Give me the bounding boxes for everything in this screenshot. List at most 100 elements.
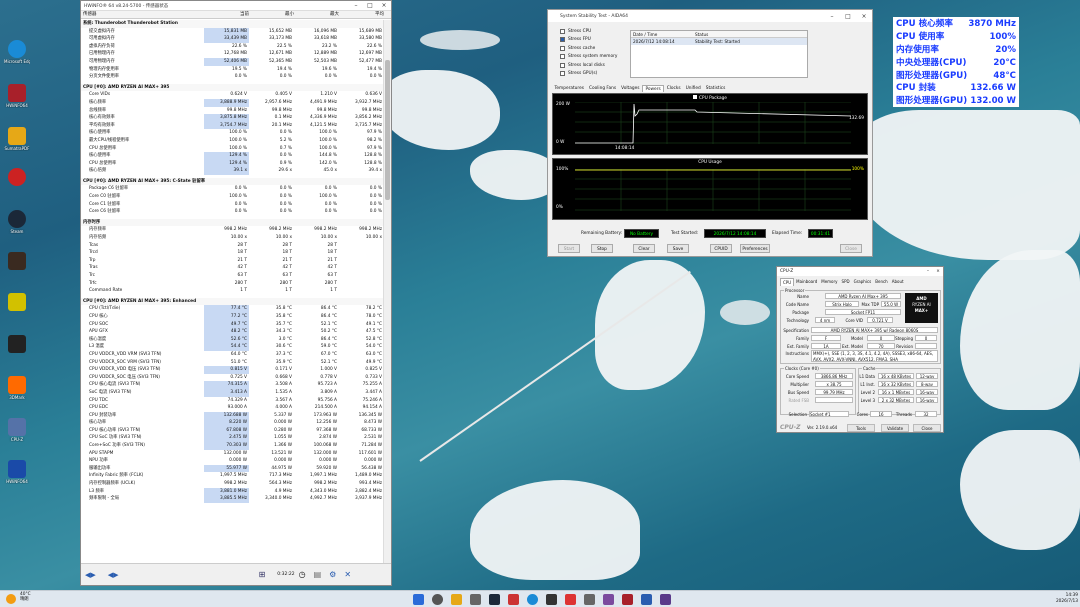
sensor-row[interactable]: 最大CPU/线程使用率 100.0 % 5.2 % 100.0 % 98.2 % [81,137,384,145]
sensor-row[interactable]: CPU 封装功率 132.688 W 5.337 W 173.963 W 136.345… [81,411,384,420]
sensor-row[interactable]: 内存频率 998.2 MHz 998.2 MHz 998.2 MHz 998.2 MHz [81,226,384,234]
report-icon[interactable]: ▤ [314,570,322,579]
checkbox[interactable] [560,37,565,43]
cpuz-taskbar-icon[interactable] [660,594,671,605]
sensor-row[interactable]: Command Rate 1 T 1 T 1 T [81,287,384,295]
sensor-row[interactable]: CPU 核心功率 (SVI3 TFN) 67.808 W 0.280 W 97.368… [81,426,384,435]
start-button[interactable]: Start [558,244,580,253]
nav-arrows-icon-2[interactable]: ◀▶ [108,571,119,579]
sensor-row[interactable]: SoC 电流 (SVI3 TFN) 3.413 A 1.535 A 3.809 A 3.… [81,388,384,397]
sensor-row[interactable]: CPU VDDCR_VDD 电压 (SVI3 TFN) 0.815 V 0.171 … [81,366,384,374]
sensor-row[interactable]: 可用物理内存 52,406 MB 52,365 MB 52,503 MB 52,477 … [81,57,384,66]
sensor-row[interactable]: APU GFX 48.2 °C 34.3 °C 50.2 °C 47.5 °C [81,328,384,336]
cpuid-button[interactable]: CPUID [710,244,732,253]
cpuz-tab[interactable]: CPU [780,278,795,286]
desktop-icon-steam[interactable]: Steam [4,210,30,234]
sensor-row[interactable]: 核心倍频 39.1 x 29.6 x 45.0 x 39.4 x [81,167,384,175]
clock[interactable]: 14:39 2026/7/13 [1050,593,1078,605]
sensor-row[interactable]: 核心有效频率 3,875.8 MHz 0.1 MHz 4,336.9 MHz 3,856… [81,114,384,122]
sensor-row[interactable]: Trc 63 T 63 T 63 T [81,272,384,280]
cpuz-titlebar[interactable]: CPU-Z – × [777,267,943,276]
sensor-row[interactable]: CPU VDDCR_SOC VRM (SVI3 TFN) 51.0 °C 35.9 … [81,359,384,367]
file-explorer-icon[interactable] [451,594,462,605]
sensor-row[interactable]: 总线频率 99.8 MHz 99.8 MHz 99.8 MHz 99.8 MHz [81,107,384,115]
graph-tab[interactable]: Cooling Fans [586,85,618,92]
close-icon[interactable]: × [856,13,872,20]
sensor-group-header[interactable]: CPU [#0]: AMD RYZEN AI MAX+ 395: C-State… [81,177,384,186]
sensor-row[interactable]: 核心功率 8.220 W 0.000 W 12.256 W 8.473 W [81,419,384,427]
sensor-row[interactable]: CPU VDDCR_SOC 电压 (SVI3 TFN) 0.725 V 0.668 … [81,374,384,382]
sensor-row[interactable]: NPU 功率 0.000 W 0.000 W 0.000 W 0.000 W [81,457,384,465]
sensor-row[interactable]: 提交虚拟内存 15,831 MB 15,652 MB 16,096 MB 15,689 … [81,27,384,36]
sensor-group-header[interactable]: CPU [#0]: AMD RYZEN AI MAX+ 395 [81,83,384,92]
sensor-row[interactable]: Trcd 18 T 18 T 18 T [81,249,384,257]
nav-arrows-icon[interactable]: ◀▶ [85,571,96,579]
desktop-icon-tombraider[interactable] [4,335,30,353]
graph-tab[interactable]: Unified [683,85,703,92]
validate-button[interactable]: Validate [881,424,909,432]
sensor-row[interactable]: Core VIDs 0.624 V 0.405 V 1.210 V 0.636 V [81,91,384,99]
sensor-row[interactable]: 核心频率 3,888.9 MHz 2,957.6 MHz 4,491.9 MHz 3,9… [81,98,384,107]
sensor-row[interactable]: CPU VDDCR_VDD VRM (SVI3 TFN) 64.0 °C 37.3 … [81,351,384,359]
preferences-button[interactable]: Preferences [740,244,770,253]
col-min[interactable]: 最小 [249,11,294,18]
sensor-row[interactable]: Tcas 28 T 28 T 28 T [81,242,384,250]
minimize-icon[interactable]: – [824,13,840,20]
desktop-icon-edge[interactable]: Microsoft Edge [4,40,30,64]
sensor-row[interactable]: 物理内存使用率 19.5 % 19.4 % 19.6 % 19.4 % [81,66,384,74]
sensor-list[interactable]: 系统: Thunderobot Thunderobot Station 提交虚拟内… [81,20,384,565]
clock-icon[interactable]: ◷ [299,570,306,579]
hwinfo-taskbar-icon[interactable] [622,594,633,605]
close-button[interactable]: Close [913,424,941,432]
sensor-row[interactable]: 内存控制器频率 (UCLK) 998.2 MHz 564.3 MHz 998.2 MH… [81,480,384,488]
sensor-row[interactable]: 核心温度 52.6 °C 3.0 °C 86.4 °C 52.8 °C [81,335,384,344]
cpuz-tab[interactable]: SPD [840,278,852,286]
tools-button[interactable]: Tools [847,424,875,432]
steam-taskbar-icon[interactable] [489,594,500,605]
network-icon[interactable]: ⊞ [259,570,266,579]
graph-tab[interactable]: Voltages [619,85,642,92]
sensor-row[interactable]: Tras 42 T 42 T 42 T [81,264,384,272]
cpuz-tab[interactable]: Graphics [852,278,874,286]
sensor-row[interactable]: Package C6 驻留率 0.0 % 0.0 % 0.0 % 0.0 % [81,185,384,193]
sensor-row[interactable]: 核心使用率 100.0 % 0.0 % 100.0 % 97.9 % [81,129,384,137]
graph-tab[interactable]: Statistics [703,85,728,92]
taskbar-app-icon-4[interactable] [565,594,576,605]
checkbox[interactable] [560,71,565,77]
save-button[interactable]: Save [667,244,689,253]
taskbar-app-icon[interactable] [470,594,481,605]
sensor-row[interactable]: CPU 核心电流 (SVI3 TFN) 74.315 A 3.508 A 95.723… [81,381,384,389]
desktop-icon-folder[interactable]: SumatraPDF [4,127,30,151]
sensor-row[interactable]: CPU SOC 49.7 °C 35.7 °C 52.1 °C 49.1 °C [81,320,384,329]
desktop-icon-3dmark[interactable]: 3DMark [4,376,30,400]
desktop-icon-game1[interactable] [4,252,30,270]
minimize-icon[interactable]: – [349,2,363,9]
settings-icon[interactable]: ⚙ [329,570,336,579]
sensor-row[interactable]: Core+SoC 功率 (SVI3 TFN) 70.303 W 1.366 W 100… [81,442,384,450]
sensor-row[interactable]: 已用物理内存 12,768 MB 12,671 MB 12,889 MB 12,697 … [81,50,384,58]
sensor-row[interactable]: Core C6 驻留率 0.0 % 0.0 % 0.0 % 0.0 % [81,208,384,216]
col-sensor[interactable]: 传感器 [81,11,204,18]
desktop-icon-app[interactable] [4,168,30,186]
graph-tab[interactable]: Powers [641,85,665,92]
sensor-row[interactable]: CPU (Tctl/Tdie) 77.4 °C 35.8 °C 86.4 °C 78.2… [81,305,384,313]
sensor-row[interactable]: 虚拟内存负荷 22.6 % 22.5 % 23.2 % 22.6 % [81,43,384,51]
desktop-icon-hwinfo[interactable]: HWiNFO64 [4,84,30,108]
search-icon[interactable] [432,594,443,605]
maximize-icon[interactable]: □ [363,2,377,9]
sensor-row[interactable]: 频率限制 - 全局 3,885.5 MHz 3,340.0 MHz 4,992.7 M… [81,495,384,503]
sensor-row[interactable]: Trp 21 T 21 T 21 T [81,257,384,265]
desktop-icon-game2[interactable] [4,293,30,311]
sensor-row[interactable]: 核心使用率 129.4 % 0.0 % 144.8 % 128.8 % [81,152,384,160]
sensor-row[interactable]: Trfc 280 T 280 T 280 T [81,280,384,288]
sensor-row[interactable]: Core C1 驻留率 0.0 % 0.0 % 0.0 % 0.0 % [81,201,384,209]
start-icon[interactable] [413,594,424,605]
aida-titlebar[interactable]: System Stability Test - AIDA64 – □ × [548,10,872,22]
weather-widget[interactable]: 40°C 晴朗 [20,592,31,602]
close-sensors-icon[interactable]: ✕ [344,570,351,579]
minimize-icon[interactable]: – [923,267,933,276]
sensor-row[interactable]: L3 频率 3,881.0 MHz 4.9 MHz 4,343.0 MHz 3,882.… [81,487,384,496]
sensor-row[interactable]: CPU TDC 74.329 A 3.567 A 95.756 A 75.246 A [81,397,384,405]
sensor-row[interactable]: 服输出功率 55.977 W 44.975 W 59.920 W 56.438 W [81,464,384,473]
col-max[interactable]: 最大 [294,11,339,18]
